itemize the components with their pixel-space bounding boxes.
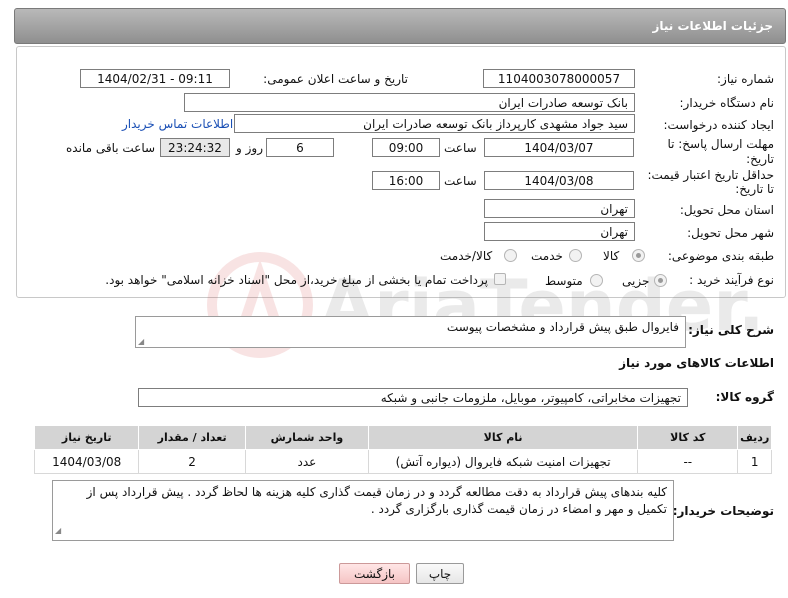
- table-header-row: ردیف کد کالا نام کالا واحد شمارش تعداد /…: [33, 425, 772, 450]
- cell-unit: عدد: [244, 449, 369, 474]
- cell-date: 1404/03/08: [33, 449, 140, 474]
- category-service-radio[interactable]: [569, 249, 582, 262]
- validity-label: حداقل تاریخ اعتبار قیمت:: [647, 168, 774, 182]
- buyer-notes-text: کلیه بندهای پیش قرارداد به دقت مطالعه گر…: [86, 485, 667, 516]
- col-row: ردیف: [737, 425, 772, 450]
- announce-label: تاریخ و ساعت اعلان عمومی:: [263, 72, 408, 86]
- col-date: تاریخ نیاز: [33, 425, 140, 450]
- deadline-label-date: تاریخ:: [746, 152, 774, 166]
- remaining-time-label: ساعت باقی مانده: [66, 141, 156, 155]
- resize-grip-icon[interactable]: ◢: [55, 522, 61, 539]
- days-label: روز و: [236, 141, 263, 155]
- summary-label: شرح کلی نیاز:: [688, 323, 774, 337]
- resize-grip-icon[interactable]: ◢: [138, 337, 144, 346]
- col-qty: تعداد / مقدار: [138, 425, 246, 450]
- deadline-label: مهلت ارسال پاسخ: تا: [667, 137, 774, 151]
- deadline-time-label: ساعت: [444, 141, 477, 155]
- validity-date-field: 1404/03/08: [484, 171, 634, 190]
- process-medium-label: متوسط: [545, 274, 583, 288]
- cell-code: --: [637, 449, 739, 474]
- treasury-checkbox[interactable]: [494, 273, 506, 285]
- validity-time-label: ساعت: [444, 174, 477, 188]
- panel-header: جزئیات اطلاعات نیاز: [14, 8, 786, 44]
- need-number-label: شماره نیاز:: [717, 72, 774, 86]
- buyer-org-field: بانک توسعه صادرات ایران: [184, 93, 635, 112]
- category-label: طبقه بندی موضوعی:: [667, 249, 774, 263]
- process-label: نوع فرآیند خرید :: [689, 273, 774, 287]
- process-minor-label: جزیی: [622, 274, 650, 288]
- category-goods-radio[interactable]: [632, 249, 645, 262]
- creator-label: ایجاد کننده درخواست:: [663, 118, 774, 132]
- goods-group-field: تجهیزات مخابراتی، کامپیوتر، موبایل، ملزو…: [138, 388, 688, 407]
- province-label: استان محل تحویل:: [679, 203, 774, 217]
- announce-field: 1404/02/31 - 09:11: [80, 69, 230, 88]
- validity-label-date: تا تاریخ:: [735, 182, 774, 196]
- buyer-org-label: نام دستگاه خریدار:: [679, 96, 775, 110]
- city-field: تهران: [484, 222, 635, 241]
- validity-time-field: 16:00: [372, 171, 440, 190]
- category-goods-label: کالا: [603, 249, 620, 263]
- contact-info-link[interactable]: اطلاعات تماس خریدار: [122, 117, 233, 131]
- category-both-radio[interactable]: [504, 249, 517, 262]
- province-field: تهران: [484, 199, 635, 218]
- goods-section-title: اطلاعات کالاهای مورد نیاز: [619, 356, 774, 370]
- cell-name: تجهیزات امنیت شبکه فایروال (دیواره آتش): [367, 449, 639, 474]
- col-unit: واحد شمارش: [244, 425, 369, 450]
- category-both-label: کالا/خدمت: [440, 249, 493, 263]
- col-name: نام کالا: [367, 425, 639, 450]
- goods-group-label: گروه کالا:: [715, 390, 774, 404]
- print-button[interactable]: چاپ: [416, 563, 464, 584]
- days-remaining-field: 6: [266, 138, 334, 157]
- need-number-field: 1104003078000057: [483, 69, 635, 88]
- creator-field: سید جواد مشهدی کارپرداز بانک توسعه صادرا…: [234, 114, 635, 133]
- deadline-date-field: 1404/03/07: [484, 138, 634, 157]
- process-medium-radio[interactable]: [590, 274, 603, 287]
- page-title: جزئیات اطلاعات نیاز: [652, 19, 773, 33]
- summary-textarea[interactable]: فایروال طبق پیش قرارداد و مشخصات پیوست ◢: [135, 316, 686, 348]
- process-minor-radio[interactable]: [654, 274, 667, 287]
- col-code: کد کالا: [637, 425, 739, 450]
- cell-row: 1: [737, 449, 772, 474]
- cell-qty: 2: [138, 449, 246, 474]
- deadline-time-field: 09:00: [372, 138, 440, 157]
- back-button[interactable]: بازگشت: [339, 563, 410, 584]
- category-service-label: خدمت: [531, 249, 563, 263]
- payment-note: پرداخت تمام یا بخشی از مبلغ خرید،از محل …: [105, 273, 488, 287]
- table-row: 1 -- تجهیزات امنیت شبکه فایروال (دیواره …: [33, 449, 772, 474]
- summary-text: فایروال طبق پیش قرارداد و مشخصات پیوست: [446, 320, 679, 334]
- buyer-notes-label: توضیحات خریدار:: [672, 504, 774, 518]
- goods-table: ردیف کد کالا نام کالا واحد شمارش تعداد /…: [33, 425, 772, 474]
- remaining-time-field: 23:24:32: [160, 138, 230, 157]
- buyer-notes-textarea[interactable]: کلیه بندهای پیش قرارداد به دقت مطالعه گر…: [52, 480, 674, 541]
- city-label: شهر محل تحویل:: [687, 226, 774, 240]
